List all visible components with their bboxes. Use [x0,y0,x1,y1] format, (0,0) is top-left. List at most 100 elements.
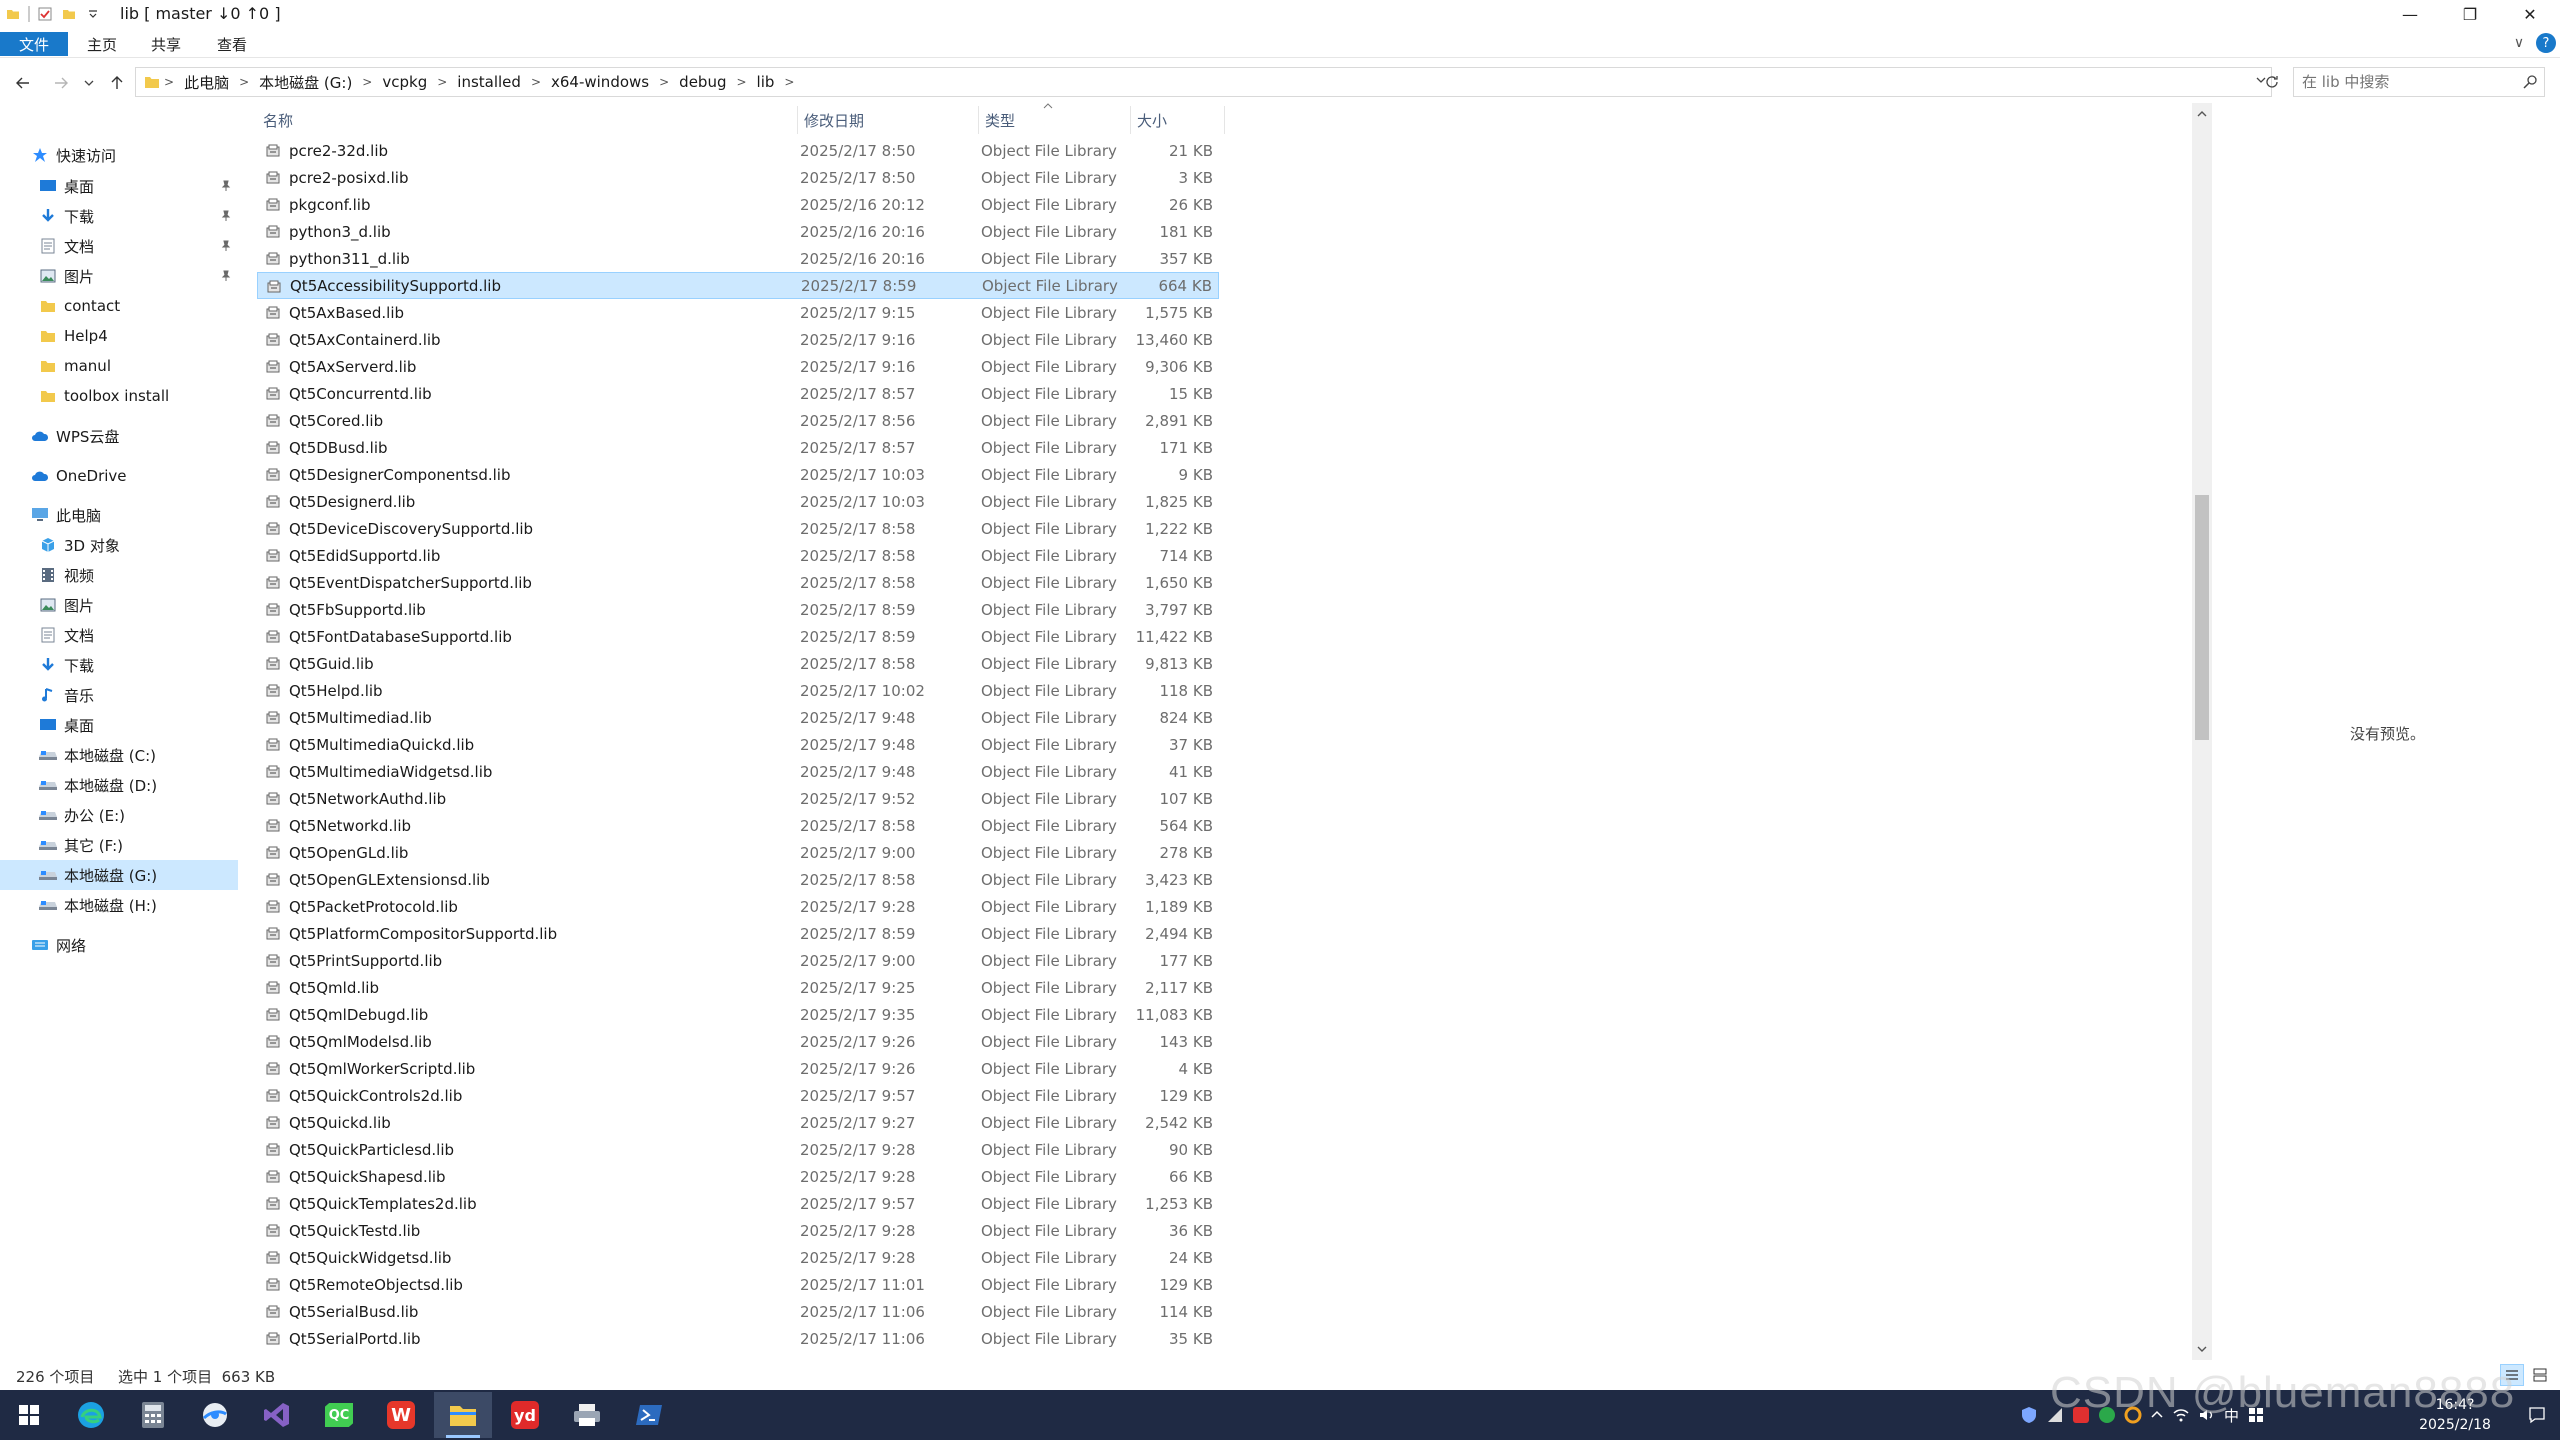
breadcrumb-debug[interactable]: debug [673,73,732,91]
tab-view[interactable]: 查看 [206,32,258,56]
nav-item-8[interactable]: manul [0,351,238,381]
shield-icon[interactable] [2020,1406,2038,1424]
file-row[interactable]: Qt5QmlDebugd.lib 2025/2/17 9:35 Object Fil… [257,1001,1219,1028]
close-button[interactable]: ✕ [2500,0,2560,28]
file-row[interactable]: Qt5AxServerd.lib 2025/2/17 9:16 Object Fil… [257,353,1219,380]
file-row[interactable]: Qt5QuickTemplates2d.lib 2025/2/17 9:57 Obj… [257,1190,1219,1217]
file-row[interactable]: Qt5FbSupportd.lib 2025/2/17 8:59 Object Fi… [257,596,1219,623]
address-bar[interactable]: > 此电脑 > 本地磁盘 (G:) > vcpkg > installed > … [135,67,2272,97]
taskbar-qt-creator[interactable]: QC [310,1392,368,1438]
nav-item-12[interactable]: 此电脑 [0,500,238,530]
breadcrumb-separator[interactable]: > [780,75,798,89]
nav-item-1[interactable]: 快速访问 [0,140,238,170]
file-row[interactable]: Qt5QuickWidgetsd.lib 2025/2/17 9:28 Object… [257,1244,1219,1271]
file-row[interactable]: pkgconf.lib 2025/2/16 20:12 Object File Li… [257,191,1219,218]
nav-item-6[interactable]: contact [0,291,238,321]
search-box[interactable] [2293,67,2545,97]
nav-item-25[interactable]: 本地磁盘 (H:) [0,890,238,920]
nav-item-23[interactable]: 其它 (F:) [0,830,238,860]
new-folder-icon[interactable] [60,5,78,23]
breadcrumb-drive-g[interactable]: 本地磁盘 (G:) [253,72,358,93]
nav-item-17[interactable]: 下载 [0,650,238,680]
file-row[interactable]: Qt5MultimediaQuickd.lib 2025/2/17 9:48 Obj… [257,731,1219,758]
breadcrumb-separator[interactable]: > [732,75,750,89]
large-icons-view-icon[interactable] [2528,1364,2552,1386]
breadcrumb-this-pc[interactable]: 此电脑 [178,72,235,93]
taskbar-visual-studio[interactable] [248,1392,306,1438]
nav-item-18[interactable]: 音乐 [0,680,238,710]
tab-file[interactable]: 文件 [0,32,68,56]
file-row[interactable]: Qt5Multimediad.lib 2025/2/17 9:48 Object F… [257,704,1219,731]
scrollbar-thumb[interactable] [2195,495,2209,740]
column-date-modified[interactable]: 修改日期 [798,106,979,134]
file-row[interactable]: Qt5QuickShapesd.lib 2025/2/17 9:28 Object … [257,1163,1219,1190]
column-size[interactable]: 大小 [1131,106,1225,134]
scroll-up-icon[interactable] [2195,107,2209,121]
file-row[interactable]: Qt5QuickControls2d.lib 2025/2/17 9:57 Obje… [257,1082,1219,1109]
file-row[interactable]: Qt5SerialPortd.lib 2025/2/17 11:06 Object … [257,1325,1219,1352]
nav-item-16[interactable]: 文档 [0,620,238,650]
breadcrumb-separator[interactable]: > [235,75,253,89]
start-button[interactable] [0,1392,58,1438]
up-button[interactable] [104,70,130,96]
file-row[interactable]: Qt5DeviceDiscoverySupportd.lib 2025/2/17 … [257,515,1219,542]
file-row[interactable]: Qt5Concurrentd.lib 2025/2/17 8:57 Object F… [257,380,1219,407]
nav-item-5[interactable]: 图片 [0,261,238,291]
breadcrumb-installed[interactable]: installed [451,73,527,91]
file-row[interactable]: Qt5FontDatabaseSupportd.lib 2025/2/17 8:5… [257,623,1219,650]
file-row[interactable]: Qt5NetworkAuthd.lib 2025/2/17 9:52 Object … [257,785,1219,812]
file-row[interactable]: Qt5SerialBusd.lib 2025/2/17 11:06 Object F… [257,1298,1219,1325]
file-row[interactable]: Qt5QmlWorkerScriptd.lib 2025/2/17 9:26 Obj… [257,1055,1219,1082]
taskbar-browser[interactable] [186,1392,244,1438]
customize-toolbar-icon[interactable] [84,5,102,23]
recent-locations-button[interactable] [80,70,98,96]
scroll-down-icon[interactable] [2195,1342,2209,1356]
taskbar-calculator[interactable] [124,1392,182,1438]
tab-home[interactable]: 主页 [76,32,128,56]
file-row[interactable]: Qt5OpenGLExtensionsd.lib 2025/2/17 8:58 Ob… [257,866,1219,893]
taskbar-youdao[interactable]: yd [496,1392,554,1438]
nav-item-24[interactable]: 本地磁盘 (G:) [0,860,238,890]
nav-item-4[interactable]: 文档 [0,231,238,261]
nav-item-19[interactable]: 桌面 [0,710,238,740]
forward-button[interactable] [48,70,74,96]
properties-icon[interactable] [36,5,54,23]
file-row[interactable]: Qt5PacketProtocold.lib 2025/2/17 9:28 Obje… [257,893,1219,920]
column-name[interactable]: 名称 [255,106,798,134]
breadcrumb-separator[interactable]: > [655,75,673,89]
breadcrumb-separator[interactable]: > [527,75,545,89]
nav-item-14[interactable]: 视频 [0,560,238,590]
file-row[interactable]: Qt5MultimediaWidgetsd.lib 2025/2/17 9:48 O… [257,758,1219,785]
file-row[interactable]: Qt5EdidSupportd.lib 2025/2/17 8:58 Object … [257,542,1219,569]
file-row[interactable]: Qt5Qmld.lib 2025/2/17 9:25 Object File Lib… [257,974,1219,1001]
search-icon[interactable] [2522,74,2538,90]
breadcrumb-vcpkg[interactable]: vcpkg [376,73,433,91]
file-row[interactable]: Qt5AccessibilitySupportd.lib 2025/2/17 8:… [257,272,1219,299]
nav-item-2[interactable]: 桌面 [0,171,238,201]
nav-item-26[interactable]: 网络 [0,930,238,960]
ribbon-expand-icon[interactable]: ∨ [2508,32,2530,54]
breadcrumb-separator[interactable]: > [433,75,451,89]
file-row[interactable]: Qt5RemoteObjectsd.lib 2025/2/17 11:01 Obje… [257,1271,1219,1298]
file-row[interactable]: Qt5Helpd.lib 2025/2/17 10:02 Object File L… [257,677,1219,704]
nav-item-21[interactable]: 本地磁盘 (D:) [0,770,238,800]
breadcrumb-separator[interactable]: > [358,75,376,89]
maximize-button[interactable]: ❐ [2440,0,2500,28]
taskbar-file-explorer[interactable] [434,1392,492,1438]
nav-item-7[interactable]: Help4 [0,321,238,351]
column-type[interactable]: 类型 [979,106,1131,134]
nav-item-13[interactable]: 3D 对象 [0,530,238,560]
search-input[interactable] [2302,73,2502,91]
file-row[interactable]: Qt5QuickParticlesd.lib 2025/2/17 9:28 Obje… [257,1136,1219,1163]
taskbar-powershell[interactable] [620,1392,678,1438]
taskbar-edge[interactable] [62,1392,120,1438]
minimize-button[interactable]: — [2380,0,2440,28]
file-row[interactable]: Qt5Networkd.lib 2025/2/17 8:58 Object File… [257,812,1219,839]
notification-button[interactable] [2524,1402,2550,1428]
taskbar-wps[interactable]: W [372,1392,430,1438]
nav-item-20[interactable]: 本地磁盘 (C:) [0,740,238,770]
file-row[interactable]: python311_d.lib 2025/2/16 20:16 Object Fil… [257,245,1219,272]
tab-share[interactable]: 共享 [140,32,192,56]
file-row[interactable]: pcre2-32d.lib 2025/2/17 8:50 Object File L… [257,137,1219,164]
file-row[interactable]: Qt5QuickTestd.lib 2025/2/17 9:28 Object Fi… [257,1217,1219,1244]
